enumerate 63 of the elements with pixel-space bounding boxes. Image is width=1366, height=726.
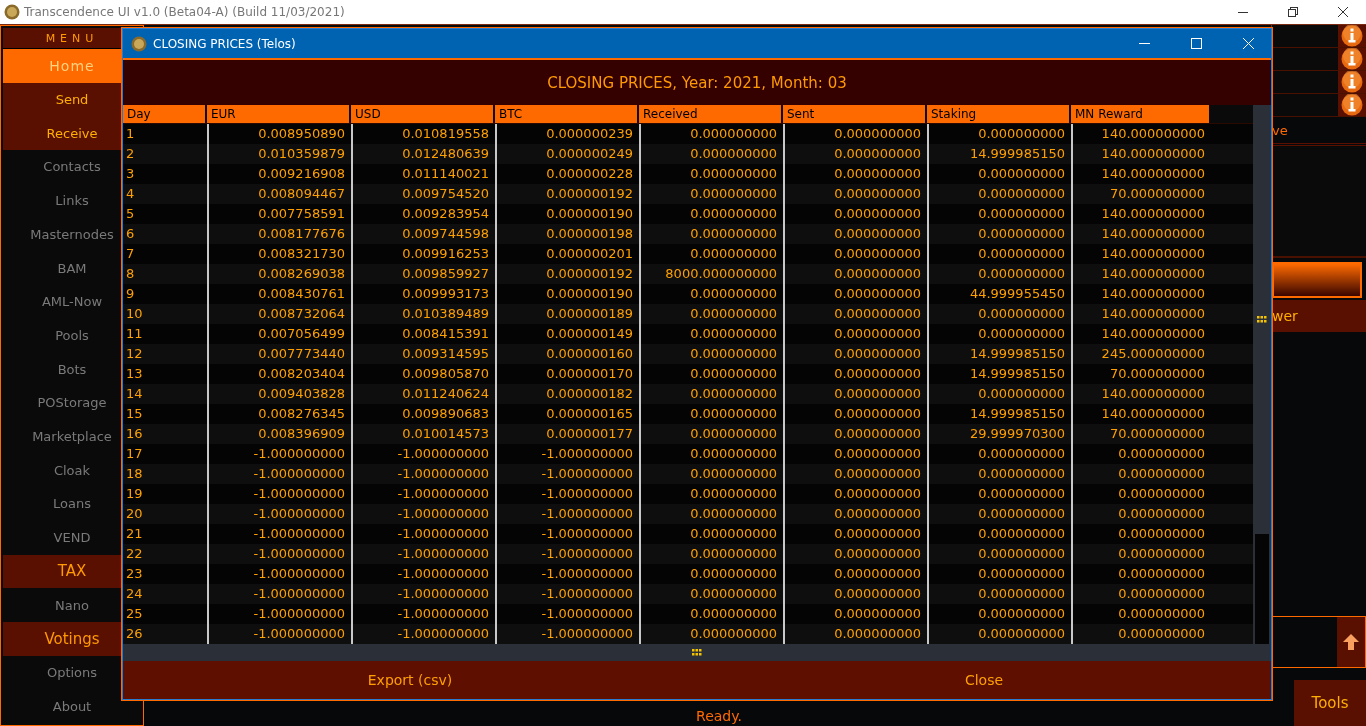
table-cell-text: 9 xyxy=(125,285,136,303)
column-header[interactable]: MN Reward xyxy=(1071,105,1209,123)
label-text: wer xyxy=(1272,308,1298,324)
scrollbar-thumb[interactable] xyxy=(1255,534,1269,644)
grip-icon[interactable] xyxy=(1257,315,1267,324)
table-cell-text: 24 xyxy=(125,585,144,603)
maximize-icon[interactable] xyxy=(1288,7,1298,17)
column-header[interactable]: Received xyxy=(639,105,781,123)
table-cell-text: 25 xyxy=(125,605,144,623)
minimize-icon[interactable] xyxy=(1238,11,1248,13)
sidebar-item[interactable]: Votings xyxy=(3,621,121,656)
table-cell-text: 17 xyxy=(125,445,144,463)
table-cell-text: 12 xyxy=(125,345,144,363)
close-icon[interactable] xyxy=(1338,7,1348,17)
sidebar-item[interactable]: Receive xyxy=(3,116,121,151)
table-cell-text: 5 xyxy=(125,205,136,223)
table-cell-text: 14 xyxy=(125,385,144,403)
table-cell-text: 20 xyxy=(125,505,144,523)
table-cell-text: 21 xyxy=(125,525,144,543)
grip-icon[interactable] xyxy=(692,648,702,657)
table-cell-text: 1 xyxy=(125,125,136,143)
maximize-icon[interactable] xyxy=(1190,38,1202,49)
dialog-logo-icon xyxy=(131,35,147,52)
dialog-heading: CLOSING PRICES, Year: 2021, Month: 03 xyxy=(547,73,847,92)
table-cell-text: 18 xyxy=(125,465,144,483)
sidebar-item[interactable]: Send xyxy=(3,82,121,117)
sidebar-item[interactable]: TAX xyxy=(3,554,121,589)
app-logo-icon xyxy=(4,4,20,20)
table-cell-text: 16 xyxy=(125,425,144,443)
table-cell-text: 2 xyxy=(125,145,136,163)
table-cell-text: 6 xyxy=(125,225,136,243)
vertical-scrollbar[interactable] xyxy=(1253,105,1271,644)
label-text: ve xyxy=(1272,122,1288,138)
table-cell-text: 4 xyxy=(125,185,136,203)
horizontal-scrollbar[interactable] xyxy=(123,644,1271,661)
table-cell-text: 19 xyxy=(125,485,144,503)
up-arrow-icon xyxy=(1342,633,1360,651)
column-header[interactable]: BTC xyxy=(495,105,637,123)
table-cell-text: 13 xyxy=(125,365,144,383)
column-header[interactable]: EUR xyxy=(207,105,349,123)
table-cell-text: 10 xyxy=(125,305,144,323)
table-cell-text: 22 xyxy=(125,545,144,563)
table-cell-text: 11 xyxy=(125,325,144,343)
window-title: Transcendence UI v1.0 (Beta04-A) (Build 11/03/2021) xyxy=(24,5,345,19)
table-cell-text: 15 xyxy=(125,405,144,423)
tools-button[interactable]: Tools xyxy=(1294,680,1366,726)
info-icon[interactable] xyxy=(1341,94,1363,116)
column-header[interactable]: Sent xyxy=(783,105,925,123)
table-cell-text: 8 xyxy=(125,265,136,283)
info-icon[interactable] xyxy=(1341,25,1363,47)
table-cell-text: 3 xyxy=(125,165,136,183)
column-header[interactable]: USD xyxy=(351,105,493,123)
table-cell-text: 23 xyxy=(125,565,144,583)
scroll-up-button[interactable] xyxy=(1337,617,1365,667)
column-header[interactable]: Day xyxy=(123,105,205,123)
info-icon[interactable] xyxy=(1341,48,1363,70)
info-icon[interactable] xyxy=(1341,71,1363,93)
gradient-bar[interactable] xyxy=(1272,262,1362,298)
table-cell-text: 7 xyxy=(125,245,136,263)
status-text: Ready. xyxy=(696,708,742,724)
dialog-title: CLOSING PRICES (Telos) xyxy=(153,36,296,51)
column-header[interactable]: Staking xyxy=(927,105,1069,123)
table-cell-text: 26 xyxy=(125,625,144,643)
